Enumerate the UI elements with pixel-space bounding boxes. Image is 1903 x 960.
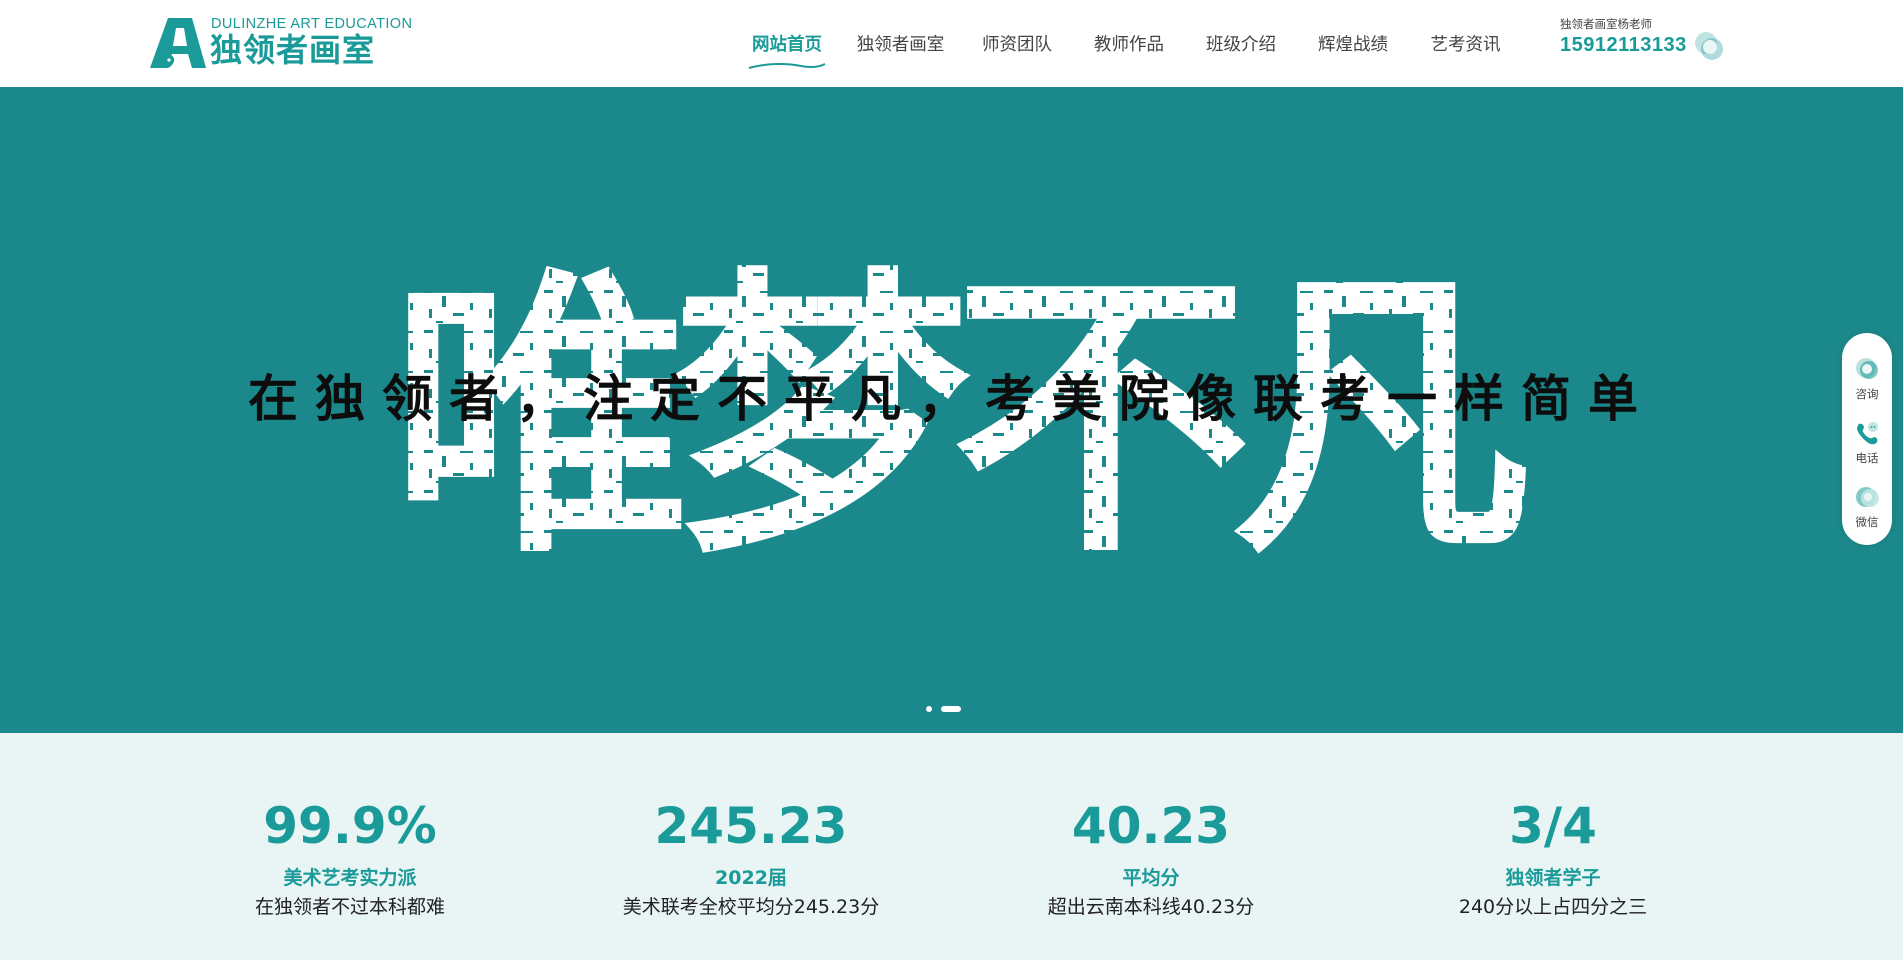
chat-bubble-icon: [1695, 32, 1723, 60]
float-phone-button[interactable]: 电话: [1842, 412, 1892, 472]
site-header: DULINZHE ART EDUCATION 独领者画室 网站首页 独领者画室 …: [0, 0, 1903, 87]
hero-banner: 唯梦不凡 在独领者，注定不平凡，考美院像联考一样简单: [0, 87, 1903, 733]
stat-item: 99.9% 美术艺考实力派 在独领者不过本科都难: [200, 795, 500, 921]
float-item-label: 电话: [1855, 451, 1879, 465]
main-nav: 网站首页 独领者画室 师资团队 教师作品 班级介绍 辉煌战绩 艺考资讯: [734, 0, 1522, 87]
stat-title: 平均分: [1122, 867, 1180, 889]
banner-subtitle: 在独领者，注定不平凡，考美院像联考一样简单: [248, 370, 1655, 428]
stat-description: 超出云南本科线40.23分: [1047, 896, 1255, 918]
carousel-dots: [926, 705, 961, 713]
nav-item-teachers[interactable]: 师资团队: [961, 0, 1073, 87]
stat-item: 245.23 2022届 美术联考全校平均分245.23分: [601, 795, 901, 921]
stats-section: 99.9% 美术艺考实力派 在独领者不过本科都难 245.23 2022届 美术…: [0, 733, 1903, 960]
nav-item-achievements[interactable]: 辉煌战绩: [1297, 0, 1409, 87]
float-consult-button[interactable]: 咨询: [1842, 348, 1892, 408]
stat-description: 240分以上占四分之三: [1458, 896, 1648, 918]
nav-item-classes[interactable]: 班级介绍: [1185, 0, 1297, 87]
nav-item-label: 班级介绍: [1206, 35, 1276, 55]
nav-item-label: 教师作品: [1094, 35, 1164, 55]
stat-title: 独领者学子: [1505, 867, 1601, 889]
active-underline-icon: [748, 62, 826, 69]
stat-value: 99.9%: [263, 797, 437, 855]
stat-value: 3/4: [1509, 797, 1597, 855]
carousel-dot[interactable]: [926, 706, 932, 712]
phone-icon: [1857, 422, 1878, 445]
logo-chinese-text: 独领者画室: [210, 31, 376, 69]
stat-value: 40.23: [1071, 797, 1231, 855]
stat-value: 245.23: [654, 797, 848, 855]
header-contact[interactable]: 独领者画室杨老师 15912113133: [1560, 16, 1730, 66]
stat-title: 2022届: [715, 867, 787, 889]
carousel-dot-active[interactable]: [941, 706, 961, 712]
nav-item-label: 网站首页: [752, 35, 822, 55]
stat-description: 美术联考全校平均分245.23分: [622, 896, 880, 918]
stat-description: 在独领者不过本科都难: [254, 896, 445, 918]
float-wechat-button[interactable]: 微信: [1842, 476, 1892, 536]
logo[interactable]: DULINZHE ART EDUCATION 独领者画室: [148, 16, 412, 72]
chat-icon: [1856, 358, 1878, 379]
nav-item-label: 独领者画室: [856, 35, 945, 55]
logo-english-text: DULINZHE ART EDUCATION: [211, 16, 413, 32]
stat-title: 美术艺考实力派: [283, 867, 417, 889]
stat-item: 40.23 平均分 超出云南本科线40.23分: [1001, 795, 1301, 921]
nav-item-label: 辉煌战绩: [1318, 35, 1388, 55]
floating-contact-bar: 咨询 电话 微信: [1842, 333, 1892, 545]
float-item-label: 微信: [1855, 515, 1879, 529]
nav-item-works[interactable]: 教师作品: [1073, 0, 1185, 87]
nav-item-studio[interactable]: 独领者画室: [840, 0, 961, 87]
contact-label: 独领者画室杨老师: [1560, 17, 1652, 31]
contact-phone[interactable]: 15912113133: [1560, 34, 1687, 57]
wechat-icon: [1856, 487, 1879, 507]
nav-item-home[interactable]: 网站首页: [734, 0, 840, 87]
stat-item: 3/4 独领者学子 240分以上占四分之三: [1403, 795, 1703, 921]
float-item-label: 咨询: [1855, 387, 1879, 401]
nav-item-label: 艺考资讯: [1430, 35, 1501, 55]
logo-mark-icon: [150, 18, 206, 68]
nav-item-news[interactable]: 艺考资讯: [1409, 0, 1522, 87]
nav-item-label: 师资团队: [982, 35, 1052, 55]
